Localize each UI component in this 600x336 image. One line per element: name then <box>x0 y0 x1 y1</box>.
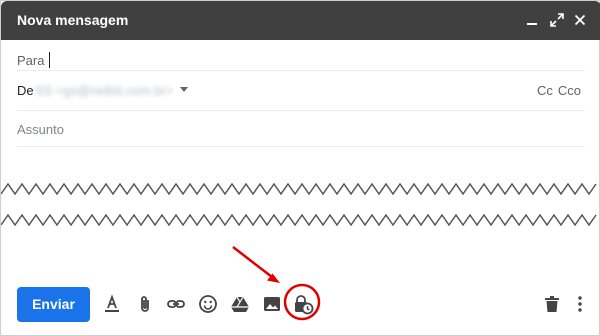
from-label: De <box>17 83 34 98</box>
confidential-mode-icon[interactable] <box>292 293 314 315</box>
trash-icon[interactable] <box>541 293 563 315</box>
chevron-down-icon[interactable] <box>180 87 188 92</box>
bcc-link[interactable]: Cco <box>558 83 581 98</box>
link-icon[interactable] <box>165 293 187 315</box>
to-field[interactable]: Para <box>17 49 585 71</box>
from-address[interactable]: SS <gs@netbit.com.br> <box>35 83 173 98</box>
photo-icon[interactable] <box>261 293 283 315</box>
cc-link[interactable]: Cc <box>537 83 553 98</box>
compose-window: Nova mensagem Para De SS <gs@netbit.com.… <box>0 0 600 336</box>
more-options-icon[interactable] <box>569 293 591 315</box>
minimize-icon[interactable] <box>523 11 541 29</box>
subject-placeholder: Assunto <box>17 122 64 137</box>
cc-bcc-links: Cc Cco <box>532 83 581 98</box>
torn-edge-bottom <box>1 213 597 227</box>
compose-titlebar[interactable]: Nova mensagem <box>1 1 600 40</box>
emoji-icon[interactable] <box>197 293 219 315</box>
text-cursor <box>49 52 50 68</box>
attachment-icon[interactable] <box>134 293 156 315</box>
compose-toolbar: Enviar <box>1 281 600 331</box>
format-text-icon[interactable] <box>101 293 123 315</box>
fullscreen-icon[interactable] <box>548 11 566 29</box>
torn-edge-top <box>1 182 597 196</box>
close-icon[interactable] <box>571 11 589 29</box>
compose-title: Nova mensagem <box>17 12 129 28</box>
from-field: De SS <gs@netbit.com.br> Cc Cco <box>17 79 585 111</box>
send-button[interactable]: Enviar <box>17 287 90 322</box>
subject-field[interactable]: Assunto <box>17 119 585 147</box>
to-label: Para <box>17 53 45 68</box>
drive-icon[interactable] <box>229 293 251 315</box>
